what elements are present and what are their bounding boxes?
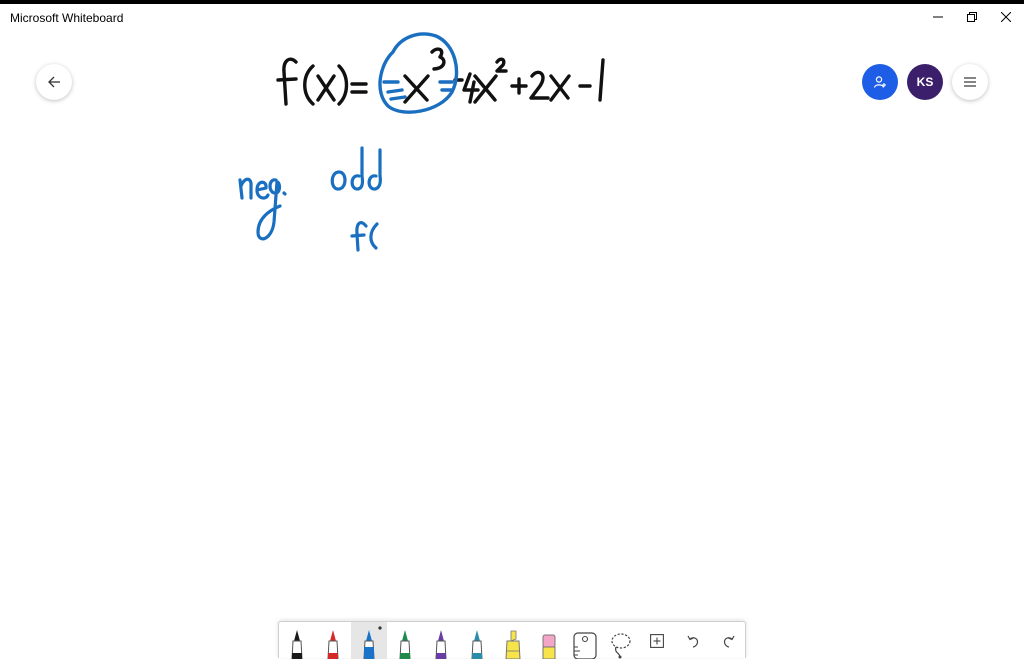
ink-toolbar [278, 621, 747, 659]
highlighter-yellow-tool[interactable] [495, 622, 531, 659]
eraser-tool[interactable] [531, 622, 567, 659]
redo-icon [723, 635, 735, 648]
menu-button[interactable] [952, 64, 988, 100]
highlighter-icon [505, 630, 521, 659]
hamburger-menu-icon [964, 77, 976, 87]
restore-button[interactable] [955, 4, 989, 30]
minimize-icon [933, 16, 943, 18]
pen-black-tool[interactable] [279, 622, 315, 659]
pen-blue-icon [363, 630, 375, 659]
add-square-icon [650, 633, 664, 648]
window-title: Microsoft Whiteboard [10, 11, 124, 25]
avatar-initials: KS [916, 75, 934, 89]
pen-red-icon [327, 630, 339, 659]
pen-black-icon [291, 630, 303, 659]
pen-green-tool[interactable] [387, 622, 423, 659]
redo-button[interactable] [711, 622, 747, 659]
lasso-select-tool[interactable] [603, 622, 639, 659]
undo-button[interactable] [675, 622, 711, 659]
eraser-icon [542, 634, 556, 659]
close-window-button[interactable] [989, 4, 1023, 30]
minimize-button[interactable] [921, 4, 955, 30]
add-content-button[interactable] [639, 622, 675, 659]
selected-dot-icon [378, 626, 382, 630]
ruler-tool[interactable] [567, 622, 603, 659]
pen-purple-tool[interactable] [423, 622, 459, 659]
pen-teal-icon [471, 630, 483, 659]
arrow-left-icon [48, 76, 60, 88]
add-person-icon [873, 76, 886, 88]
restore-icon [967, 12, 977, 22]
whiteboard-ink-canvas [238, 32, 605, 252]
close-icon [1001, 12, 1011, 22]
undo-icon [687, 635, 699, 648]
lasso-icon [611, 633, 631, 659]
user-avatar-button[interactable]: KS [907, 64, 943, 100]
ruler-icon [573, 632, 597, 659]
title-bar: Microsoft Whiteboard [0, 4, 1024, 30]
ink-circle-highlight [378, 32, 459, 114]
invite-button[interactable] [862, 64, 898, 100]
back-button[interactable] [36, 64, 72, 100]
ink-notes [238, 146, 382, 252]
ink-equation [276, 47, 605, 106]
pen-blue-tool[interactable] [351, 622, 387, 659]
pen-purple-icon [435, 630, 447, 659]
pen-red-tool[interactable] [315, 622, 351, 659]
pen-teal-tool[interactable] [459, 622, 495, 659]
pen-green-icon [399, 630, 411, 659]
